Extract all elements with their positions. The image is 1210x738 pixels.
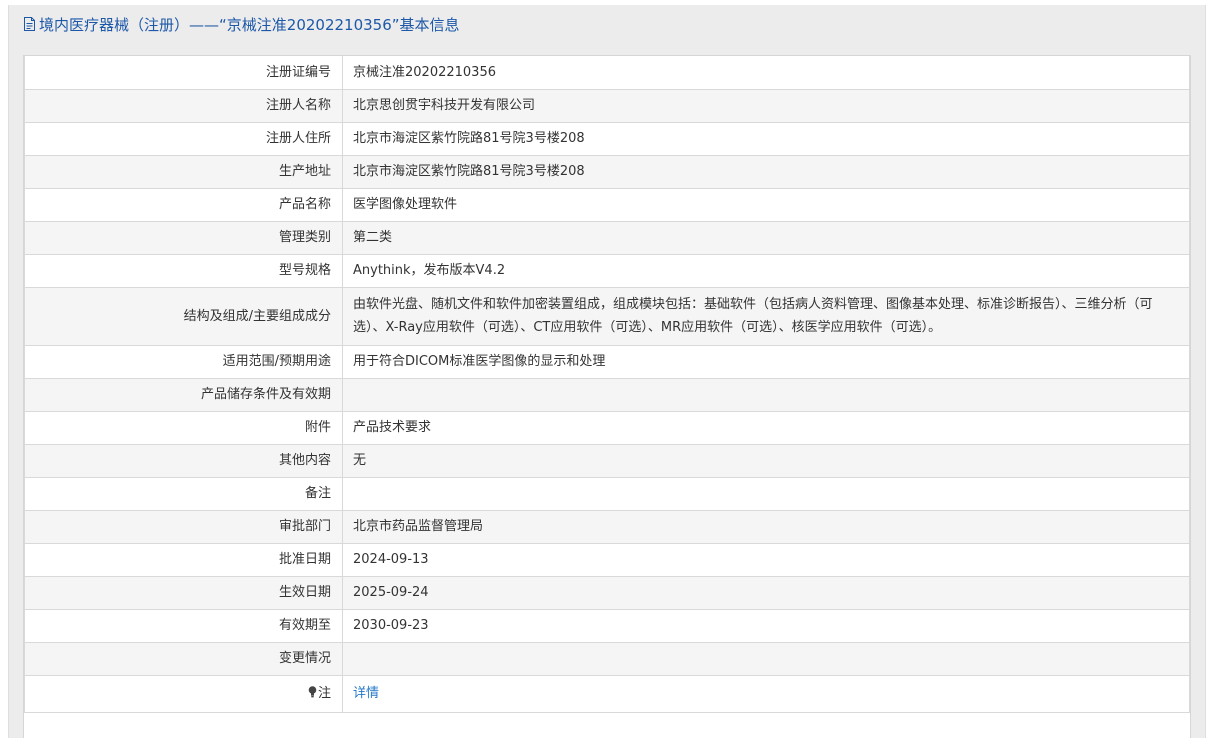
info-container: 注册证编号 京械注准20202210356 注册人名称 北京思创贯宇科技开发有限… xyxy=(23,55,1191,738)
row-value: 2025-09-24 xyxy=(342,575,1190,610)
note-value-cell: 详情 xyxy=(342,674,1190,713)
table-row: 批准日期 2024-09-13 xyxy=(24,542,1190,577)
lightbulb-icon xyxy=(308,686,317,698)
table-row: 型号规格 Anythink，发布版本V4.2 xyxy=(24,253,1190,288)
row-label: 产品储存条件及有效期 xyxy=(24,377,343,412)
table-row: 注册证编号 京械注准20202210356 xyxy=(24,56,1190,90)
table-row: 结构及组成/主要组成成分 由软件光盘、随机文件和软件加密装置组成，组成模块包括：… xyxy=(24,286,1190,346)
row-value: 2024-09-13 xyxy=(342,542,1190,577)
table-row: 生产地址 北京市海淀区紫竹院路81号院3号楼208 xyxy=(24,154,1190,189)
table-row: 注册人名称 北京思创贯宇科技开发有限公司 xyxy=(24,88,1190,123)
row-value: 北京市药品监督管理局 xyxy=(342,509,1190,544)
table-row: 备注 xyxy=(24,476,1190,511)
table-row: 管理类别 第二类 xyxy=(24,220,1190,255)
row-value: 产品技术要求 xyxy=(342,410,1190,445)
note-label: 注 xyxy=(317,686,331,701)
row-label: 生产地址 xyxy=(24,154,343,189)
panel-header: 境内医疗器械（注册）——“京械注准20202210356”基本信息 xyxy=(9,5,1205,43)
row-value: 北京市海淀区紫竹院路81号院3号楼208 xyxy=(342,154,1190,189)
page-title: 境内医疗器械（注册）——“京械注准20202210356”基本信息 xyxy=(39,15,460,34)
row-value: 北京思创贯宇科技开发有限公司 xyxy=(342,88,1190,123)
row-label: 注册人住所 xyxy=(24,121,343,156)
row-label: 变更情况 xyxy=(24,641,343,676)
row-label: 有效期至 xyxy=(24,608,343,643)
row-value: 第二类 xyxy=(342,220,1190,255)
note-row: 注 详情 xyxy=(24,674,1190,713)
table-row: 产品储存条件及有效期 xyxy=(24,377,1190,412)
details-link[interactable]: 详情 xyxy=(353,686,379,701)
document-icon xyxy=(24,17,35,31)
row-label: 型号规格 xyxy=(24,253,343,288)
table-row: 适用范围/预期用途 用于符合DICOM标准医学图像的显示和处理 xyxy=(24,344,1190,379)
row-value: 由软件光盘、随机文件和软件加密装置组成，组成模块包括：基础软件（包括病人资料管理… xyxy=(342,286,1190,346)
registration-info-table: 注册证编号 京械注准20202210356 注册人名称 北京思创贯宇科技开发有限… xyxy=(24,56,1190,713)
table-row: 产品名称 医学图像处理软件 xyxy=(24,187,1190,222)
table-row: 有效期至 2030-09-23 xyxy=(24,608,1190,643)
row-value: 2030-09-23 xyxy=(342,608,1190,643)
row-label: 生效日期 xyxy=(24,575,343,610)
table-row: 其他内容 无 xyxy=(24,443,1190,478)
table-row: 附件 产品技术要求 xyxy=(24,410,1190,445)
row-label: 其他内容 xyxy=(24,443,343,478)
row-value xyxy=(342,377,1190,412)
row-value: Anythink，发布版本V4.2 xyxy=(342,253,1190,288)
row-label: 结构及组成/主要组成成分 xyxy=(24,286,343,346)
row-value xyxy=(342,641,1190,676)
row-value: 京械注准20202210356 xyxy=(342,56,1190,90)
row-label: 注册人名称 xyxy=(24,88,343,123)
note-label-cell: 注 xyxy=(24,674,343,713)
detail-panel: 境内医疗器械（注册）——“京械注准20202210356”基本信息 注册证编号 … xyxy=(8,5,1206,738)
row-label: 注册证编号 xyxy=(24,56,343,90)
row-label: 适用范围/预期用途 xyxy=(24,344,343,379)
row-label: 批准日期 xyxy=(24,542,343,577)
table-row: 变更情况 xyxy=(24,641,1190,676)
row-label: 审批部门 xyxy=(24,509,343,544)
row-value: 北京市海淀区紫竹院路81号院3号楼208 xyxy=(342,121,1190,156)
row-value: 医学图像处理软件 xyxy=(342,187,1190,222)
row-value: 无 xyxy=(342,443,1190,478)
table-row: 注册人住所 北京市海淀区紫竹院路81号院3号楼208 xyxy=(24,121,1190,156)
table-row: 审批部门 北京市药品监督管理局 xyxy=(24,509,1190,544)
row-label: 产品名称 xyxy=(24,187,343,222)
row-value xyxy=(342,476,1190,511)
row-label: 备注 xyxy=(24,476,343,511)
row-label: 附件 xyxy=(24,410,343,445)
row-label: 管理类别 xyxy=(24,220,343,255)
row-value: 用于符合DICOM标准医学图像的显示和处理 xyxy=(342,344,1190,379)
table-row: 生效日期 2025-09-24 xyxy=(24,575,1190,610)
